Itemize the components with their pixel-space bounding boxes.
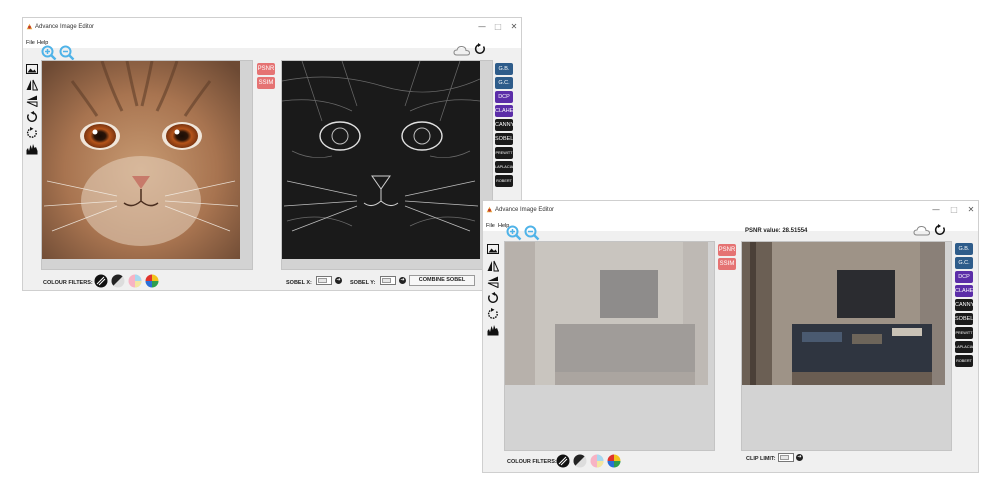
sobel-y-label: SOBEL Y: [350, 280, 376, 286]
original-image [42, 61, 240, 259]
menu-bar: File Help [483, 221, 978, 231]
app-icon [26, 23, 33, 30]
processed-image [282, 61, 480, 259]
gamma-correction-button[interactable]: G.C. [495, 77, 513, 89]
laplacian-button[interactable]: LAPLACIAN [495, 161, 513, 173]
clip-limit-label: CLIP LIMIT: [746, 456, 776, 462]
image-icon[interactable] [26, 64, 38, 74]
zoom-in-icon[interactable] [41, 45, 57, 61]
processed-image [742, 242, 945, 385]
prewitt-button[interactable]: PREWITT [495, 147, 513, 159]
image-icon[interactable] [487, 244, 499, 254]
menu-file[interactable]: File [26, 40, 35, 46]
histogram-icon[interactable] [26, 143, 38, 155]
title-bar: Advance Image Editor — □ ✕ [23, 18, 521, 38]
close-button[interactable]: ✕ [964, 204, 978, 216]
pastel-filter-icon[interactable] [128, 274, 142, 288]
laplacian-button[interactable]: LAPLACIAN [955, 341, 973, 353]
client-area: PSNR value: 28.51554 PSNR SSIM G.B. G.C.… [483, 224, 978, 472]
window-title: Advance Image Editor [495, 207, 555, 213]
sobel-button[interactable]: SOBEL [955, 313, 973, 325]
rotate-right-icon[interactable] [487, 308, 499, 320]
prewitt-button[interactable]: PREWITT [955, 327, 973, 339]
dcp-button[interactable]: DCP [955, 271, 973, 283]
zoom-out-icon[interactable] [524, 225, 540, 241]
ssim-button[interactable]: SSIM [718, 258, 736, 270]
robert-button[interactable]: ROBERT [495, 175, 513, 187]
editor-window-2: Advance Image Editor — □ ✕ File Help PSN… [482, 200, 979, 473]
colour-filters-label: COLOUR FILTERS: [43, 280, 93, 286]
canny-button[interactable]: CANNY [495, 119, 513, 131]
minimize-button[interactable]: — [475, 21, 489, 33]
bw-filter-icon[interactable] [556, 454, 570, 468]
psnr-button[interactable]: PSNR [718, 244, 736, 256]
cloud-icon[interactable] [453, 45, 471, 57]
bw-filter-icon[interactable] [94, 274, 108, 288]
robert-button[interactable]: ROBERT [955, 355, 973, 367]
sobel-x-apply-icon[interactable]: ➜ [335, 277, 342, 284]
combine-sobel-button[interactable]: COMBINE SOBEL [409, 275, 475, 286]
processed-image-panel [281, 60, 493, 270]
minimize-button[interactable]: — [929, 204, 943, 216]
window-title: Advance Image Editor [35, 24, 95, 30]
gamma-correction-button[interactable]: G.C. [955, 257, 973, 269]
title-bar: Advance Image Editor — □ ✕ [483, 201, 978, 221]
sobel-y-apply-icon[interactable]: ➜ [399, 277, 406, 284]
sobel-y-input[interactable] [380, 276, 396, 285]
cloud-icon[interactable] [913, 225, 931, 237]
grayscale-filter-icon[interactable] [111, 274, 125, 288]
gaussian-blur-button[interactable]: G.B. [955, 243, 973, 255]
rotate-right-icon[interactable] [26, 127, 38, 139]
clip-limit-input[interactable] [778, 453, 794, 462]
canny-button[interactable]: CANNY [955, 299, 973, 311]
clahe-button[interactable]: CLAHE [955, 285, 973, 297]
flip-horizontal-icon[interactable] [487, 260, 499, 272]
sobel-x-label: SOBEL X: [286, 280, 312, 286]
clahe-button[interactable]: CLAHE [495, 105, 513, 117]
rotate-left-icon[interactable] [487, 292, 499, 304]
dcp-button[interactable]: DCP [495, 91, 513, 103]
color-wheel-filter-icon[interactable] [145, 274, 159, 288]
ssim-button[interactable]: SSIM [257, 77, 275, 89]
maximize-button[interactable]: □ [947, 204, 961, 216]
refresh-icon[interactable] [474, 43, 486, 55]
sobel-x-input[interactable] [316, 276, 332, 285]
refresh-icon[interactable] [934, 224, 946, 236]
app-icon [486, 206, 493, 213]
processed-image-panel [741, 241, 952, 451]
psnr-button[interactable]: PSNR [257, 63, 275, 75]
flip-vertical-icon[interactable] [26, 95, 38, 107]
colour-filters-label: COLOUR FILTERS: [507, 459, 557, 465]
gaussian-blur-button[interactable]: G.B. [495, 63, 513, 75]
original-image [505, 242, 708, 385]
original-image-panel [41, 60, 253, 270]
maximize-button[interactable]: □ [491, 21, 505, 33]
editor-window-1: Advance Image Editor — □ ✕ File Help PSN… [22, 17, 522, 291]
flip-vertical-icon[interactable] [487, 276, 499, 288]
sobel-button[interactable]: SOBEL [495, 133, 513, 145]
original-image-panel [504, 241, 715, 451]
zoom-out-icon[interactable] [59, 45, 75, 61]
psnr-value-text: PSNR value: 28.51554 [745, 228, 808, 234]
close-button[interactable]: ✕ [507, 21, 521, 33]
color-wheel-filter-icon[interactable] [607, 454, 621, 468]
flip-horizontal-icon[interactable] [26, 79, 38, 91]
pastel-filter-icon[interactable] [590, 454, 604, 468]
client-area: PSNR SSIM G.B. G.C. DCP CLAHE CANNY SOBE… [23, 43, 521, 290]
grayscale-filter-icon[interactable] [573, 454, 587, 468]
rotate-left-icon[interactable] [26, 111, 38, 123]
clip-limit-apply-icon[interactable]: ➜ [796, 454, 803, 461]
histogram-icon[interactable] [487, 324, 499, 336]
menu-bar: File Help [23, 38, 521, 48]
zoom-in-icon[interactable] [506, 225, 522, 241]
menu-file[interactable]: File [486, 223, 495, 229]
